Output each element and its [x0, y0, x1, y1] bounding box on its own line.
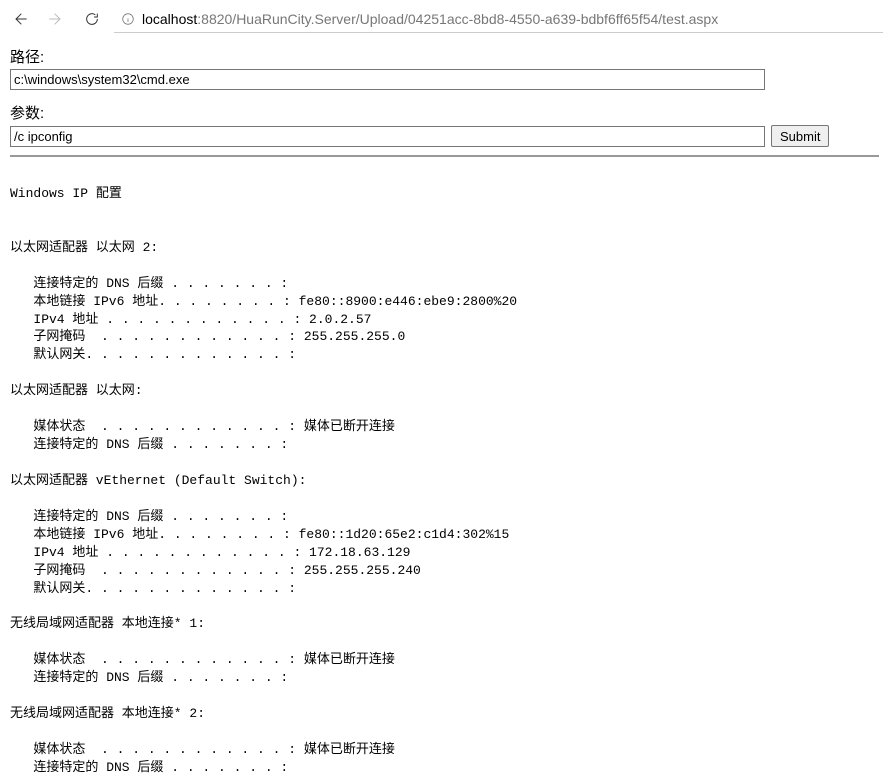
- path-input[interactable]: [10, 69, 765, 90]
- path-label: 路径:: [10, 46, 879, 67]
- divider: [10, 155, 879, 157]
- arrow-right-icon: [48, 11, 64, 27]
- forward-button: [42, 5, 70, 33]
- args-input[interactable]: [10, 126, 765, 147]
- refresh-button[interactable]: [78, 5, 106, 33]
- submit-button[interactable]: Submit: [771, 125, 829, 147]
- arrow-left-icon: [12, 11, 28, 27]
- site-info-icon[interactable]: [120, 11, 136, 27]
- refresh-icon: [84, 11, 100, 27]
- page-content: 路径: 参数: Submit Windows IP 配置 以太网适配器 以太网 …: [0, 38, 889, 777]
- url-path: :8820/HuaRunCity.Server/Upload/04251acc-…: [197, 11, 718, 27]
- command-output: Windows IP 配置 以太网适配器 以太网 2: 连接特定的 DNS 后缀…: [10, 167, 879, 777]
- browser-nav-bar: localhost:8820/HuaRunCity.Server/Upload/…: [0, 0, 889, 38]
- url-display: localhost:8820/HuaRunCity.Server/Upload/…: [142, 11, 718, 27]
- address-bar[interactable]: localhost:8820/HuaRunCity.Server/Upload/…: [114, 5, 883, 33]
- args-label: 参数:: [10, 102, 879, 123]
- back-button[interactable]: [6, 5, 34, 33]
- url-host: localhost: [142, 11, 197, 27]
